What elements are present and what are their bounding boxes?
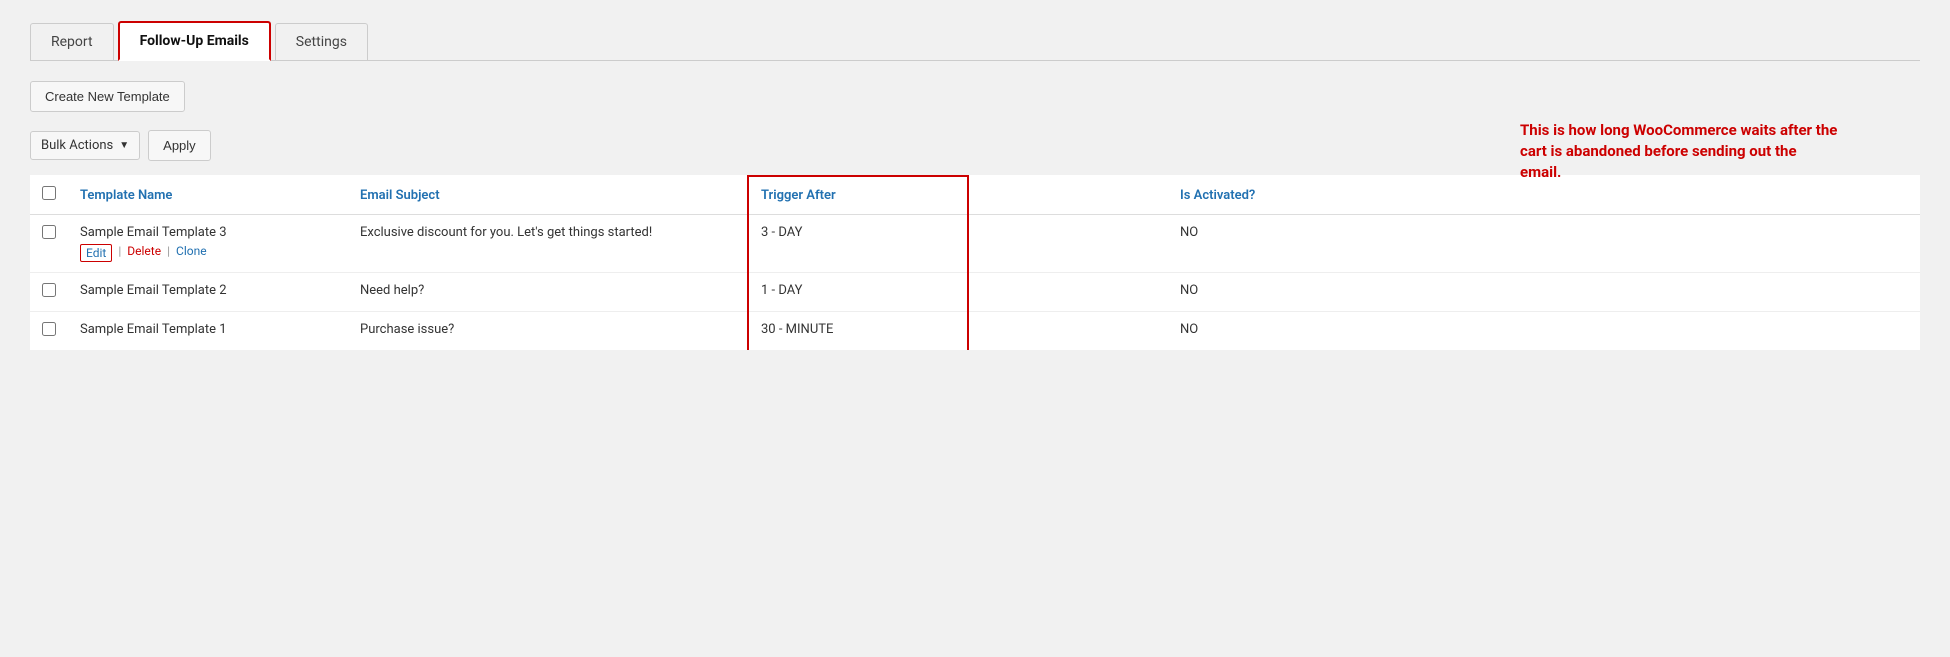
email-subject-cell-3: Purchase issue? <box>348 312 748 351</box>
col-header-checkbox <box>30 176 68 215</box>
edit-link-1[interactable]: Edit <box>80 244 112 262</box>
create-new-template-button[interactable]: Create New Template <box>30 81 185 112</box>
table-row: Sample Email Template 2 Need help? 1 - D… <box>30 273 1920 312</box>
is-activated-cell-2: NO <box>1168 273 1920 312</box>
annotation-area: This is how long WooCommerce waits after… <box>30 130 1920 350</box>
row-checkbox-cell-3 <box>30 312 68 351</box>
template-name-cell-1: Sample Email Template 3 Edit | Delete | … <box>68 215 348 273</box>
select-all-checkbox[interactable] <box>42 186 56 200</box>
template-name-text-2: Sample Email Template 2 <box>80 283 336 298</box>
callout-text: This is how long WooCommerce waits after… <box>1520 120 1840 183</box>
col-header-spacer <box>968 176 1168 215</box>
tab-report[interactable]: Report <box>30 23 114 60</box>
trigger-after-cell-3: 30 - MINUTE <box>748 312 968 351</box>
tab-settings[interactable]: Settings <box>275 23 368 60</box>
row-actions-1: Edit | Delete | Clone <box>80 244 336 262</box>
apply-button[interactable]: Apply <box>148 130 211 161</box>
trigger-after-cell-2: 1 - DAY <box>748 273 968 312</box>
template-name-text-3: Sample Email Template 1 <box>80 322 336 337</box>
toolbar: Create New Template <box>30 81 1920 112</box>
template-name-text-1: Sample Email Template 3 <box>80 225 336 240</box>
row-checkbox-2[interactable] <box>42 283 56 297</box>
row-checkbox-cell-1 <box>30 215 68 273</box>
bulk-actions-arrow-icon: ▼ <box>119 140 129 151</box>
bulk-actions-select[interactable]: Bulk Actions ▼ <box>30 131 140 160</box>
table-row: Sample Email Template 1 Purchase issue? … <box>30 312 1920 351</box>
email-table: Template Name Email Subject Trigger Afte… <box>30 175 1920 350</box>
delete-link-1[interactable]: Delete <box>127 244 161 262</box>
spacer-cell-1 <box>968 215 1168 273</box>
email-subject-cell-2: Need help? <box>348 273 748 312</box>
action-sep-1: | <box>118 244 121 262</box>
row-checkbox-1[interactable] <box>42 225 56 239</box>
tab-follow-up-emails[interactable]: Follow-Up Emails <box>118 21 271 61</box>
tabs-row: Report Follow-Up Emails Settings <box>30 20 1920 61</box>
template-name-cell-2: Sample Email Template 2 <box>68 273 348 312</box>
spacer-cell-3 <box>968 312 1168 351</box>
action-sep-2: | <box>167 244 170 262</box>
col-header-trigger-after: Trigger After <box>748 176 968 215</box>
is-activated-cell-1: NO <box>1168 215 1920 273</box>
is-activated-cell-3: NO <box>1168 312 1920 351</box>
row-checkbox-cell-2 <box>30 273 68 312</box>
trigger-after-cell-1: 3 - DAY <box>748 215 968 273</box>
table-row: Sample Email Template 3 Edit | Delete | … <box>30 215 1920 273</box>
col-header-email-subject[interactable]: Email Subject <box>348 176 748 215</box>
clone-link-1[interactable]: Clone <box>176 244 207 262</box>
template-name-cell-3: Sample Email Template 1 <box>68 312 348 351</box>
row-checkbox-3[interactable] <box>42 322 56 336</box>
col-header-template-name[interactable]: Template Name <box>68 176 348 215</box>
page-wrapper: Report Follow-Up Emails Settings Create … <box>0 0 1950 657</box>
email-subject-cell-1: Exclusive discount for you. Let's get th… <box>348 215 748 273</box>
spacer-cell-2 <box>968 273 1168 312</box>
bulk-actions-label: Bulk Actions <box>41 138 113 153</box>
